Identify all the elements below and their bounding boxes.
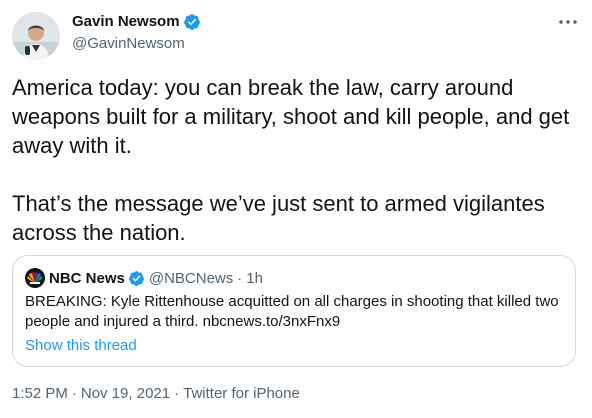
nbc-peacock-icon xyxy=(27,272,43,284)
separator-dot: · xyxy=(174,385,180,402)
quoted-tweet-header: NBC News @NBCNews · 1h xyxy=(25,268,263,288)
separator-dot: · xyxy=(237,269,243,287)
author-handle[interactable]: @GavinNewsom xyxy=(72,34,201,54)
verified-badge-icon xyxy=(183,14,200,30)
more-options-icon xyxy=(559,20,577,24)
quoted-tweet[interactable]: NBC News @NBCNews · 1h BREAKING: Kyle Ri… xyxy=(12,255,576,367)
show-thread-link[interactable]: Show this thread xyxy=(25,336,137,356)
quoted-author-name: NBC News xyxy=(49,269,125,287)
more-options-button[interactable] xyxy=(556,10,580,34)
tweet-meta: 1:52 PM · Nov 19, 2021 · Twitter for iPh… xyxy=(12,384,300,404)
verified-badge-icon xyxy=(128,270,144,286)
quoted-timestamp: 1h xyxy=(246,269,263,287)
tweet-source[interactable]: Twitter for iPhone xyxy=(183,384,300,404)
user-avatar-icon xyxy=(12,12,60,60)
quoted-avatar xyxy=(25,268,45,288)
tweet-date[interactable]: Nov 19, 2021 xyxy=(81,384,170,404)
tweet-time[interactable]: 1:52 PM xyxy=(12,384,68,404)
quoted-tweet-text: BREAKING: Kyle Rittenhouse acquitted on … xyxy=(25,293,559,330)
separator-dot: · xyxy=(71,385,77,402)
quoted-author-handle: @NBCNews xyxy=(148,269,234,287)
tweet-paragraph: That’s the message we’ve just sent to ar… xyxy=(12,191,545,245)
tweet-text: America today: you can break the law, ca… xyxy=(12,73,578,247)
author-name[interactable]: Gavin Newsom xyxy=(72,12,180,32)
tweet-paragraph: America today: you can break the law, ca… xyxy=(12,75,570,158)
author-block: Gavin Newsom @GavinNewsom xyxy=(72,12,201,54)
avatar[interactable] xyxy=(12,12,60,60)
